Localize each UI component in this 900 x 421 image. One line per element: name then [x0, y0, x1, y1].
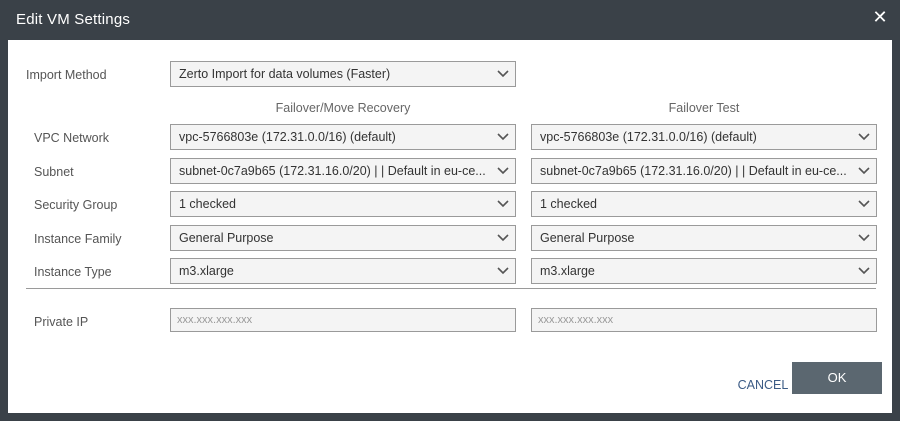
- vpc-network-label: VPC Network: [34, 131, 110, 145]
- section-divider: [26, 288, 876, 289]
- close-icon[interactable]: ✕: [870, 8, 890, 28]
- chevron-down-icon: [497, 166, 509, 176]
- instance-family-label: Instance Family: [34, 232, 122, 246]
- column-heading-recovery: Failover/Move Recovery: [275, 101, 411, 115]
- vpc-network-test-select[interactable]: vpc-5766803e (172.31.0.0/16) (default): [531, 124, 877, 150]
- security-group-test-value: 1 checked: [540, 197, 597, 211]
- vpc-network-test-value: vpc-5766803e (172.31.0.0/16) (default): [540, 130, 757, 144]
- instance-type-recovery-value: m3.xlarge: [179, 264, 234, 278]
- subnet-recovery-value: subnet-0c7a9b65 (172.31.16.0/20) | | Def…: [179, 164, 486, 178]
- chevron-down-icon: [858, 266, 870, 276]
- instance-family-recovery-value: General Purpose: [179, 231, 274, 245]
- import-method-value: Zerto Import for data volumes (Faster): [179, 67, 391, 81]
- security-group-recovery-value: 1 checked: [179, 197, 236, 211]
- security-group-label: Security Group: [34, 198, 118, 212]
- vpc-network-recovery-value: vpc-5766803e (172.31.0.0/16) (default): [179, 130, 396, 144]
- vpc-network-recovery-select[interactable]: vpc-5766803e (172.31.0.0/16) (default): [170, 124, 516, 150]
- column-heading-test: Failover Test: [668, 101, 740, 115]
- ok-button[interactable]: OK: [792, 362, 882, 394]
- instance-family-recovery-select[interactable]: General Purpose: [170, 225, 516, 251]
- edit-vm-settings-dialog: Edit VM Settings ✕ Import Method Zerto I…: [0, 0, 900, 421]
- instance-type-test-select[interactable]: m3.xlarge: [531, 258, 877, 284]
- subnet-label: Subnet: [34, 165, 74, 179]
- security-group-recovery-select[interactable]: 1 checked: [170, 191, 516, 217]
- private-ip-test-input[interactable]: [531, 308, 877, 332]
- subnet-recovery-select[interactable]: subnet-0c7a9b65 (172.31.16.0/20) | | Def…: [170, 158, 516, 184]
- chevron-down-icon: [497, 132, 509, 142]
- security-group-test-select[interactable]: 1 checked: [531, 191, 877, 217]
- private-ip-label: Private IP: [34, 315, 89, 329]
- instance-family-test-select[interactable]: General Purpose: [531, 225, 877, 251]
- chevron-down-icon: [497, 233, 509, 243]
- subnet-test-value: subnet-0c7a9b65 (172.31.16.0/20) | | Def…: [540, 164, 847, 178]
- instance-type-test-value: m3.xlarge: [540, 264, 595, 278]
- instance-type-label: Instance Type: [34, 265, 112, 279]
- chevron-down-icon: [858, 166, 870, 176]
- import-method-select[interactable]: Zerto Import for data volumes (Faster): [170, 61, 516, 87]
- chevron-down-icon: [858, 132, 870, 142]
- chevron-down-icon: [858, 233, 870, 243]
- chevron-down-icon: [858, 199, 870, 209]
- subnet-test-select[interactable]: subnet-0c7a9b65 (172.31.16.0/20) | | Def…: [531, 158, 877, 184]
- import-method-label: Import Method: [26, 68, 107, 82]
- instance-type-recovery-select[interactable]: m3.xlarge: [170, 258, 516, 284]
- private-ip-recovery-input[interactable]: [170, 308, 516, 332]
- chevron-down-icon: [497, 69, 509, 79]
- dialog-titlebar: Edit VM Settings ✕: [0, 0, 900, 40]
- chevron-down-icon: [497, 199, 509, 209]
- chevron-down-icon: [497, 266, 509, 276]
- instance-family-test-value: General Purpose: [540, 231, 635, 245]
- dialog-title: Edit VM Settings: [16, 11, 131, 28]
